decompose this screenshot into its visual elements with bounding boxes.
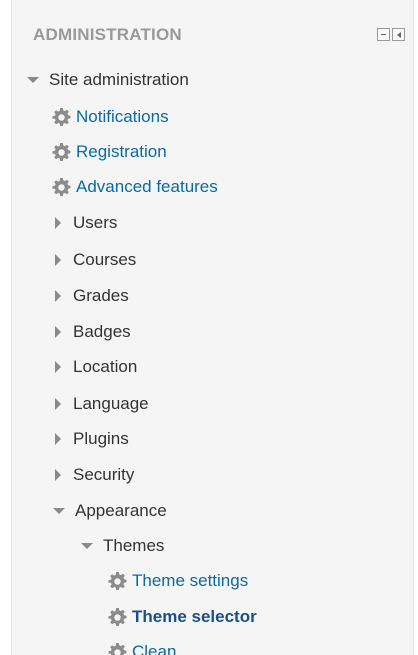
tree-item-theme-settings[interactable]: Theme settings xyxy=(108,567,248,595)
collapsed-icon xyxy=(55,254,61,266)
expanded-icon xyxy=(53,508,65,514)
minus-icon[interactable] xyxy=(377,28,390,41)
gear-icon xyxy=(108,607,127,626)
tree-item-plugins[interactable]: Plugins xyxy=(55,425,129,453)
dock-icon[interactable] xyxy=(392,28,405,41)
gear-icon xyxy=(108,642,127,655)
tree-item-appearance[interactable]: Appearance xyxy=(53,497,167,525)
tree-item-security[interactable]: Security xyxy=(55,461,134,489)
administration-block: ADMINISTRATION Site administration Notif… xyxy=(11,0,414,655)
collapsed-icon xyxy=(55,217,61,229)
block-title: ADMINISTRATION xyxy=(33,25,182,44)
tree-item-location[interactable]: Location xyxy=(55,353,137,381)
collapsed-icon xyxy=(55,469,61,481)
expanded-icon xyxy=(27,77,39,83)
gear-icon xyxy=(52,177,71,196)
tree-item-clean[interactable]: Clean xyxy=(108,638,176,655)
tree-item-advanced-features[interactable]: Advanced features xyxy=(52,173,218,201)
collapsed-icon xyxy=(55,361,61,373)
tree-item-badges[interactable]: Badges xyxy=(55,318,131,346)
gear-icon xyxy=(52,142,71,161)
tree-item-notifications[interactable]: Notifications xyxy=(52,103,169,131)
collapsed-icon xyxy=(55,326,61,338)
tree-item-site-administration[interactable]: Site administration xyxy=(27,66,189,94)
collapsed-icon xyxy=(55,433,61,445)
expanded-icon xyxy=(81,543,93,549)
block-controls xyxy=(377,28,405,41)
tree-item-theme-selector[interactable]: Theme selector xyxy=(108,603,257,631)
collapsed-icon xyxy=(55,290,61,302)
gear-icon xyxy=(108,571,127,590)
collapsed-icon xyxy=(55,398,61,410)
tree-item-registration[interactable]: Registration xyxy=(52,138,167,166)
tree-item-language[interactable]: Language xyxy=(55,390,149,418)
tree-item-grades[interactable]: Grades xyxy=(55,282,129,310)
gear-icon xyxy=(52,107,71,126)
tree-item-themes[interactable]: Themes xyxy=(81,532,164,560)
tree-item-courses[interactable]: Courses xyxy=(55,246,136,274)
tree-item-users[interactable]: Users xyxy=(55,209,117,237)
